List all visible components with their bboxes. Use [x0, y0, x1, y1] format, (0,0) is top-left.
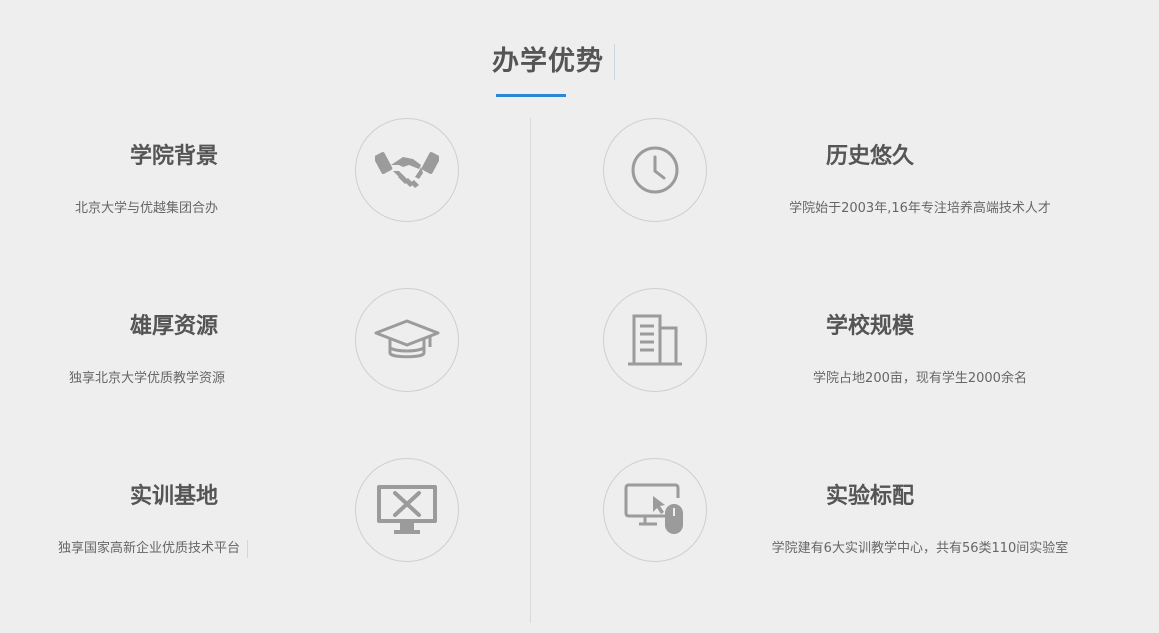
graduation-cap-icon — [374, 319, 440, 359]
feature-icon-circle — [603, 288, 707, 392]
monitor-tools-icon — [377, 485, 437, 534]
feature-title: 实验标配 — [825, 484, 914, 509]
section-header: 办学优势 — [0, 44, 1159, 80]
feature-description: 学院始于2003年,16年专注培养高端技术人才 — [789, 201, 1051, 216]
feature-icon-circle — [603, 458, 707, 562]
feature-title: 雄厚资源 — [129, 314, 218, 339]
feature-description: 学院建有6大实训教学中心，共有56类110间实验室 — [771, 541, 1069, 556]
feature-title: 实训基地 — [129, 484, 218, 509]
feature-icon-circle — [355, 118, 459, 222]
feature-description: 学院占地200亩，现有学生2000余名 — [813, 371, 1027, 386]
page-title: 办学优势 — [492, 44, 615, 80]
feature-description: 独享北京大学优质教学资源 — [68, 371, 225, 386]
feature-description: 北京大学与优越集团合办 — [74, 201, 218, 216]
feature-description: 独享国家高新企业优质技术平台 — [57, 541, 240, 556]
center-divider — [530, 118, 531, 623]
feature-title: 学校规模 — [825, 314, 914, 339]
feature-icon-circle — [603, 118, 707, 222]
clock-icon — [631, 146, 679, 194]
feature-icon-circle — [355, 458, 459, 562]
text-caret — [247, 540, 248, 558]
feature-icon-circle — [355, 288, 459, 392]
feature-title: 历史悠久 — [825, 144, 914, 169]
computer-mouse-icon — [624, 483, 683, 534]
feature-title: 学院背景 — [129, 144, 218, 169]
building-icon — [628, 314, 682, 366]
title-underline — [496, 94, 566, 97]
handshake-icon — [375, 152, 439, 188]
